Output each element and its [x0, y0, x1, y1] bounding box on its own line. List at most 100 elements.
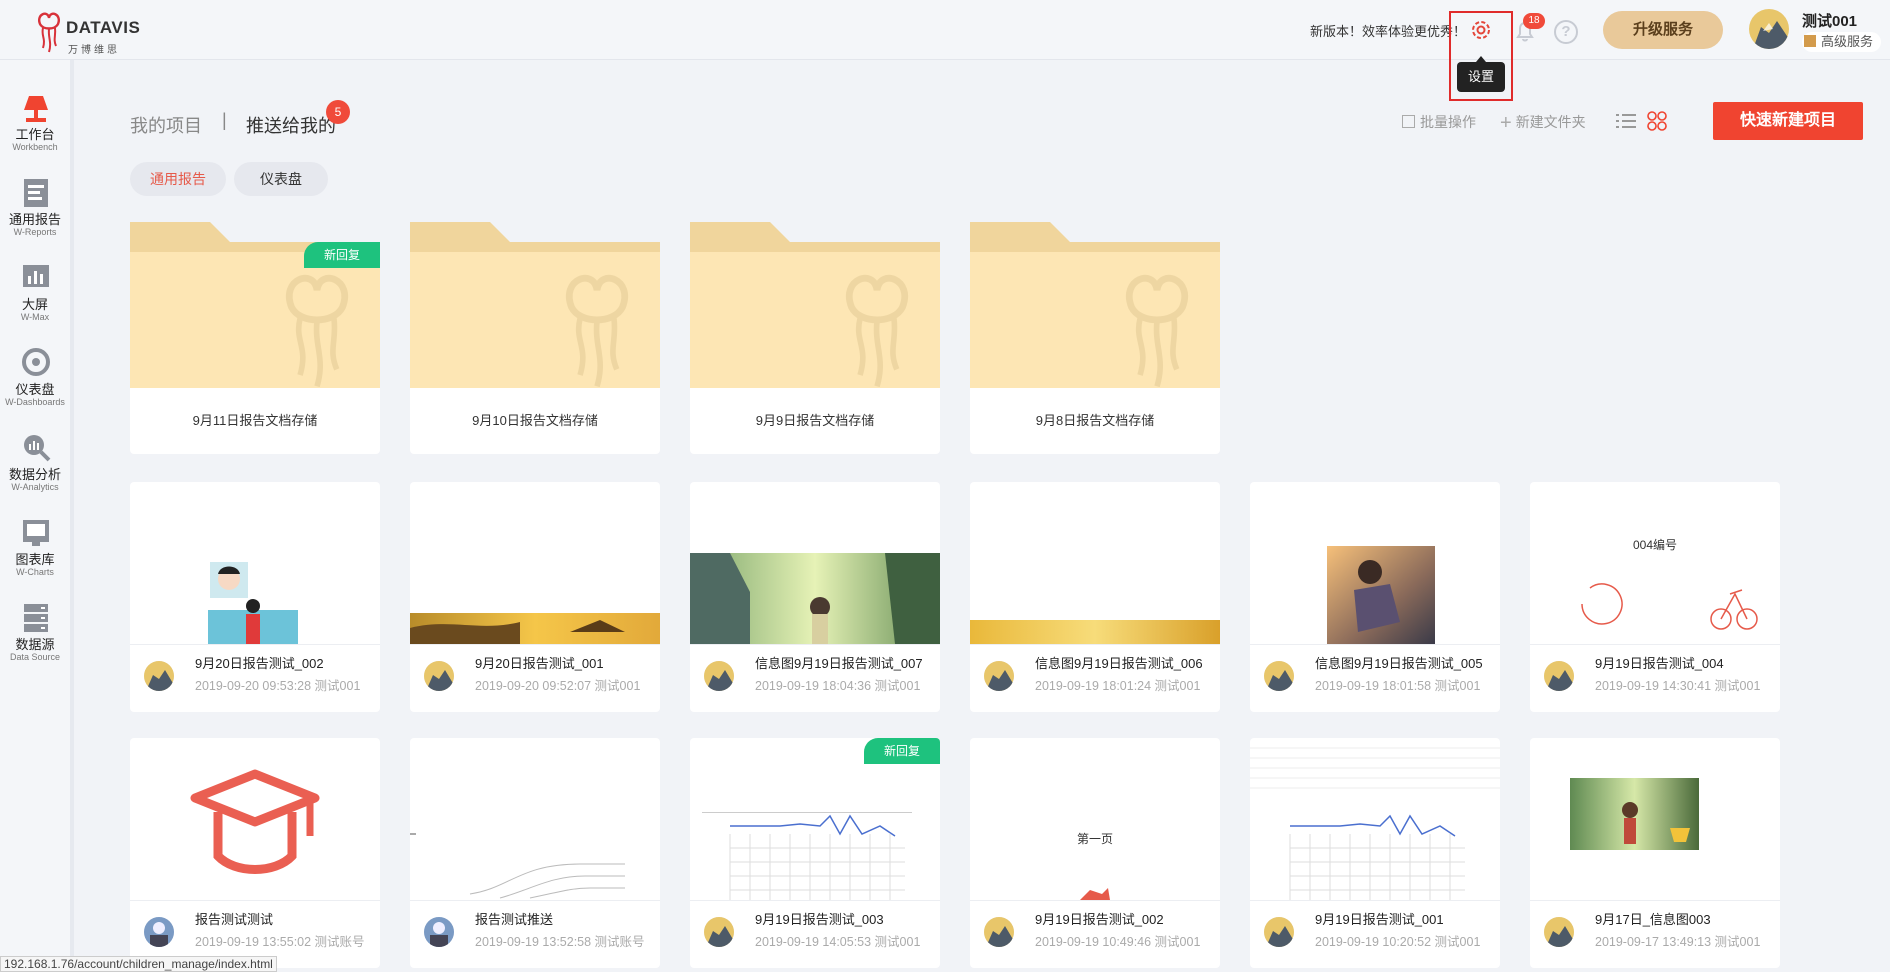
data-table-image	[1250, 747, 1500, 900]
report-timestamp: 2019-09-17 13:49:13 测试001	[1595, 935, 1761, 949]
graduation-cap-icon	[190, 769, 320, 874]
new-reply-badge: 新回复	[304, 242, 380, 268]
user-avatar[interactable]	[1749, 9, 1789, 49]
report-meta: 信息图9月19日报告测试_007 2019-09-19 18:04:36 测试0…	[690, 644, 940, 712]
owner-avatar	[704, 917, 734, 947]
report-card[interactable]: 9月17日_信息图003 2019-09-17 13:49:13 测试001	[1530, 738, 1780, 968]
owner-avatar	[984, 661, 1014, 691]
pushed-count-badge: 5	[326, 100, 350, 124]
list-view-icon[interactable]	[1615, 110, 1637, 132]
brand-subtitle: 万博维思	[68, 45, 120, 56]
jellyfish-watermark-icon	[1126, 274, 1188, 388]
user-name[interactable]: 测试001	[1802, 10, 1857, 31]
sidebar-item-sublabel: W-Charts	[16, 567, 54, 577]
quick-new-project-button[interactable]: 快速新建项目	[1713, 102, 1863, 140]
page-illustration-image	[1080, 888, 1110, 900]
grid-view-icon[interactable]	[1646, 110, 1668, 132]
sidebar-item-sublabel: W-Analytics	[11, 482, 59, 492]
report-meta: 报告测试推送 2019-09-19 13:52:58 测试账号	[410, 900, 660, 968]
tab-pushed-to-me[interactable]: 推送给我的	[246, 112, 336, 138]
person-figure-image	[208, 562, 298, 644]
filter-reports[interactable]: 通用报告	[130, 162, 226, 196]
report-timestamp: 2019-09-19 10:20:52 测试001	[1315, 935, 1481, 949]
report-meta: 9月19日报告测试_002 2019-09-19 10:49:46 测试001	[970, 900, 1220, 968]
report-thumbnail: 004编号	[1530, 482, 1780, 644]
new-folder-button[interactable]: + 新建文件夹	[1500, 112, 1586, 135]
report-title: 9月17日_信息图003	[1595, 912, 1711, 927]
folder-name: 9月10日报告文档存储	[410, 388, 660, 454]
sidebar-item-dashboards[interactable]: 仪表盘 W-Dashboards	[0, 347, 70, 419]
datavis-logo[interactable]: DATAVIS 万博维思	[34, 8, 144, 56]
sidebar-item-reports[interactable]: 通用报告 W-Reports	[0, 177, 70, 249]
report-timestamp: 2019-09-19 10:49:46 测试001	[1035, 935, 1201, 949]
report-meta: 9月20日报告测试_001 2019-09-20 09:52:07 测试001	[410, 644, 660, 712]
report-thumbnail	[410, 738, 660, 900]
sidebar-item-charts[interactable]: 图表库 W-Charts	[0, 517, 70, 589]
report-card[interactable]: 信息图9月19日报告测试_005 2019-09-19 18:01:58 测试0…	[1250, 482, 1500, 712]
report-card[interactable]: 9月20日报告测试_001 2019-09-20 09:52:07 测试001	[410, 482, 660, 712]
sidebar-item-datasource[interactable]: 数据源 Data Source	[0, 602, 70, 674]
chart-library-icon	[23, 520, 49, 546]
report-card[interactable]: 004编号 9月19日报告测试_004 2019-09-19 14:30:41 …	[1530, 482, 1780, 712]
tab-my-projects[interactable]: 我的项目	[130, 112, 202, 138]
folder-card[interactable]: 新回复 9月11日报告文档存储	[130, 222, 380, 454]
owner-avatar	[1264, 661, 1294, 691]
sidebar-item-bigscreen[interactable]: 大屏 W-Max	[0, 262, 70, 334]
jellyfish-watermark-icon	[846, 274, 908, 388]
owner-avatar	[704, 661, 734, 691]
report-timestamp: 2019-09-19 14:05:53 测试001	[755, 935, 921, 949]
user-level-badge: 高级服务	[1802, 32, 1882, 52]
owner-avatar	[144, 917, 174, 947]
folder-name: 9月8日报告文档存储	[970, 388, 1220, 454]
folder-card[interactable]: 9月9日报告文档存储	[690, 222, 940, 454]
report-timestamp: 2019-09-20 09:52:07 测试001	[475, 679, 641, 693]
report-card[interactable]: 第一页 9月19日报告测试_002 2019-09-19 10:49:46 测试…	[970, 738, 1220, 968]
owner-avatar	[1264, 917, 1294, 947]
sidebar-item-workbench[interactable]: 工作台 Workbench	[0, 92, 70, 164]
report-timestamp: 2019-09-19 13:55:02 测试账号	[195, 935, 365, 949]
new-reply-badge: 新回复	[864, 738, 940, 764]
report-thumbnail: 新回复	[690, 738, 940, 900]
report-title: 9月20日报告测试_001	[475, 656, 604, 671]
report-card[interactable]: 9月19日报告测试_001 2019-09-19 10:20:52 测试001	[1250, 738, 1500, 968]
animated-scene-image	[1570, 778, 1699, 850]
brand-name: DATAVIS	[66, 18, 141, 37]
jellyfish-watermark-icon	[566, 274, 628, 388]
report-card[interactable]: 新回复 9月19日报告测试_003 2019-09-19 14:05:53 测试…	[690, 738, 940, 968]
tab-separator: |	[222, 110, 227, 130]
report-title: 9月19日报告测试_004	[1595, 656, 1724, 671]
report-timestamp: 2019-09-19 13:52:58 测试账号	[475, 935, 645, 949]
folder-card[interactable]: 9月8日报告文档存储	[970, 222, 1220, 454]
report-thumbnail	[130, 482, 380, 644]
report-title: 信息图9月19日报告测试_006	[1035, 656, 1203, 671]
sunset-landscape-image	[410, 613, 660, 644]
dashboard-gauge-icon	[22, 348, 50, 376]
golden-banner-image	[970, 620, 1220, 644]
new-version-promo[interactable]: 新版本！效率体验更优秀！	[1310, 21, 1466, 40]
report-card[interactable]: 信息图9月19日报告测试_006 2019-09-19 18:01:24 测试0…	[970, 482, 1220, 712]
filter-dashboards[interactable]: 仪表盘	[234, 162, 328, 196]
report-title: 9月19日报告测试_001	[1315, 912, 1444, 927]
report-thumbnail: 第一页	[970, 738, 1220, 900]
notification-count-badge: 18	[1523, 13, 1545, 29]
portrait-photo-image	[1327, 546, 1435, 644]
sidebar: 工作台 Workbench 通用报告 W-Reports 大屏 W-Max 仪表…	[0, 60, 74, 972]
upgrade-service-button[interactable]: 升级服务	[1603, 11, 1723, 49]
report-timestamp: 2019-09-20 09:53:28 测试001	[195, 679, 361, 693]
settings-tooltip: 设置	[1457, 56, 1505, 92]
report-card[interactable]: 信息图9月19日报告测试_007 2019-09-19 18:04:36 测试0…	[690, 482, 940, 712]
batch-operation-button[interactable]: 批量操作	[1402, 112, 1476, 132]
help-icon[interactable]: ?	[1554, 20, 1578, 44]
animated-scene-image	[690, 553, 940, 644]
sidebar-item-sublabel: Workbench	[12, 142, 58, 152]
folder-card[interactable]: 9月10日报告文档存储	[410, 222, 660, 454]
report-card[interactable]: 报告测试测试 2019-09-19 13:55:02 测试账号	[130, 738, 380, 968]
report-card[interactable]: 报告测试推送 2019-09-19 13:52:58 测试账号	[410, 738, 660, 968]
icon-illustration-image	[1581, 583, 1758, 630]
database-icon	[24, 604, 48, 632]
plus-icon: +	[1500, 112, 1512, 134]
report-timestamp: 2019-09-19 18:01:58 测试001	[1315, 679, 1481, 693]
sidebar-item-analytics[interactable]: 数据分析 W-Analytics	[0, 432, 70, 504]
sidebar-item-sublabel: W-Reports	[13, 227, 57, 237]
report-card[interactable]: 9月20日报告测试_002 2019-09-20 09:53:28 测试001	[130, 482, 380, 712]
